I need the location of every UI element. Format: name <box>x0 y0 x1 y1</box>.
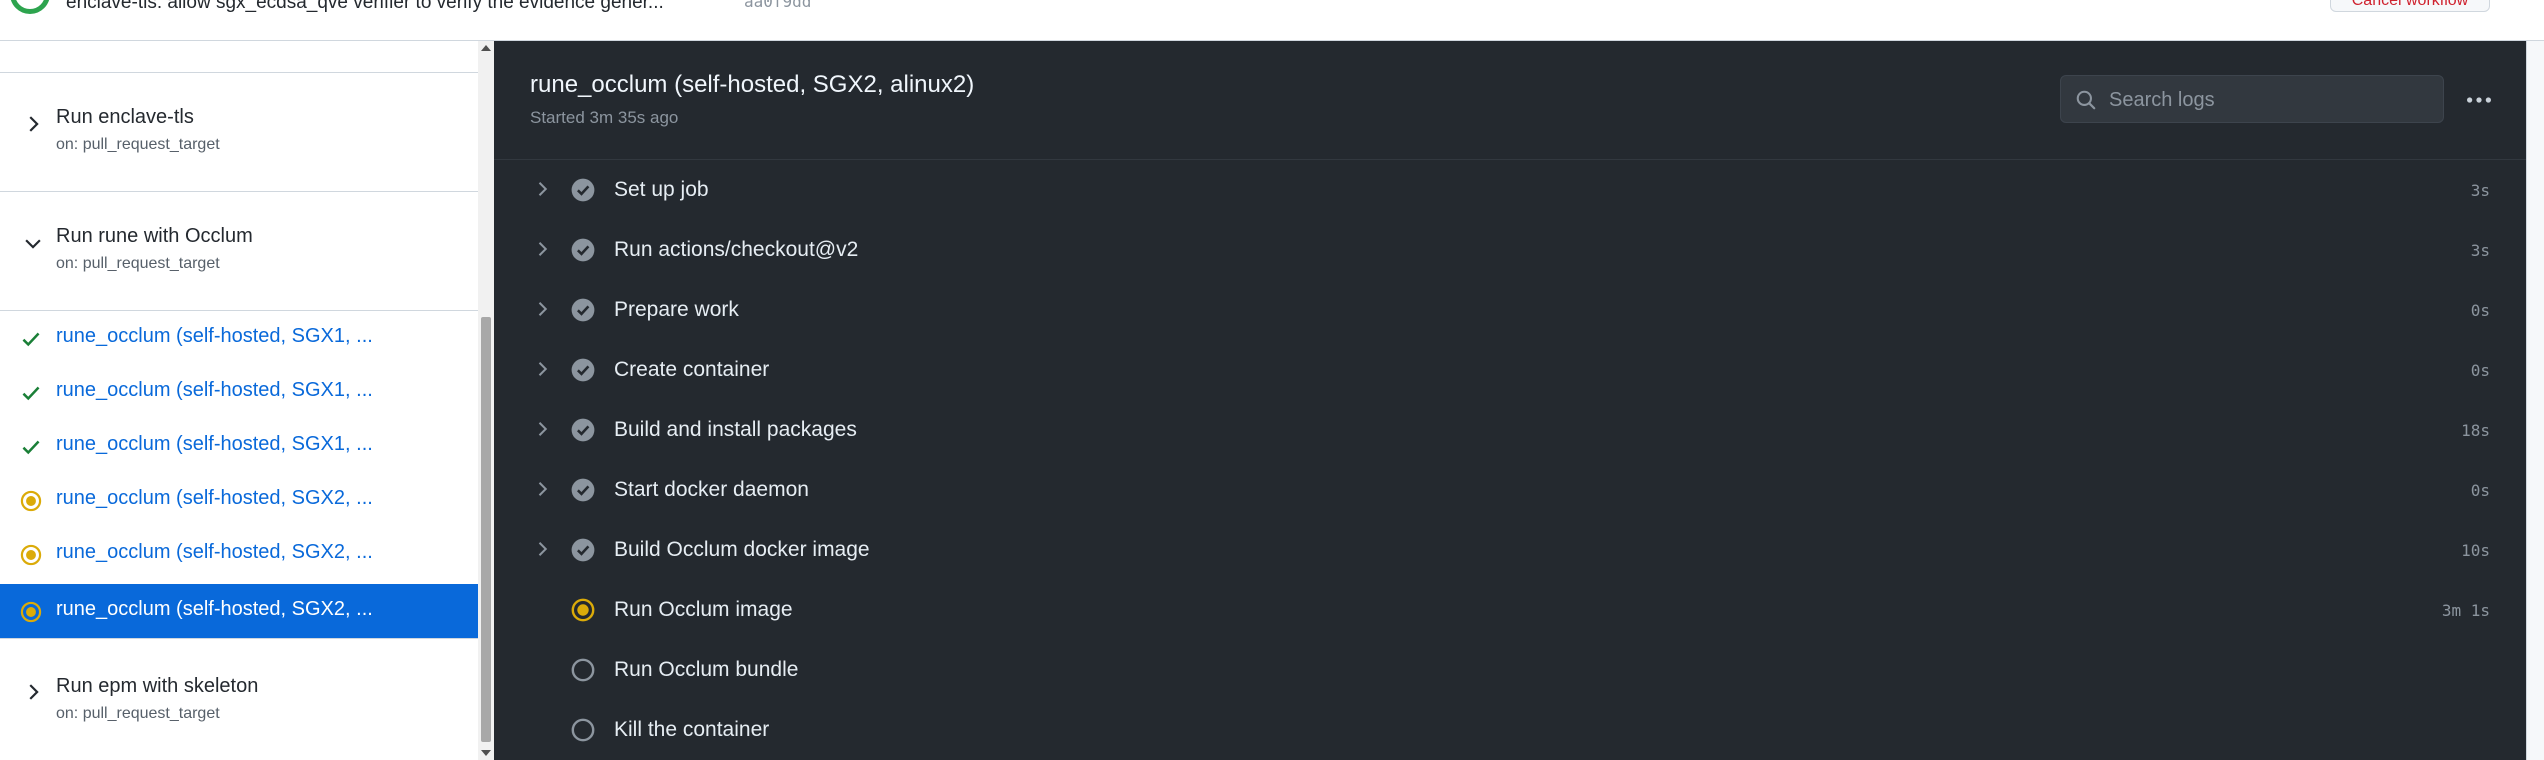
workflow-trigger: on: pull_request_target <box>56 136 220 153</box>
job-step[interactable]: Build Occlum docker image 10s <box>494 520 2526 580</box>
job-item[interactable]: rune_occlum (self-hosted, SGX2, ... <box>0 473 478 527</box>
job-item-selected[interactable]: rune_occlum (self-hosted, SGX2, ... <box>0 584 478 638</box>
search-icon <box>2076 90 2096 110</box>
chevron-right-icon[interactable] <box>532 179 552 199</box>
job-step[interactable]: Set up job 3s <box>494 160 2526 220</box>
kebab-horizontal-icon[interactable] <box>2464 85 2494 115</box>
step-duration: 0s <box>2470 301 2490 320</box>
sidebar-scrollbar[interactable] <box>478 41 494 760</box>
step-duration: 0s <box>2470 361 2490 380</box>
workflow-name[interactable]: Run rune with Occlum <box>56 225 253 248</box>
step-name: Run Occlum image <box>614 598 793 621</box>
step-duration: 3s <box>2470 181 2490 200</box>
job-link[interactable]: rune_occlum (self-hosted, SGX2, ... <box>56 541 373 564</box>
dot-fill-icon <box>20 544 42 566</box>
job-step[interactable]: Prepare work 0s <box>494 280 2526 340</box>
job-step[interactable]: Kill the container <box>494 700 2526 760</box>
check-circle-fill-icon <box>571 178 595 202</box>
chevron-right-icon[interactable] <box>532 419 552 439</box>
job-step[interactable]: Build and install packages 18s <box>494 400 2526 460</box>
job-log-header: rune_occlum (self-hosted, SGX2, alinux2)… <box>494 41 2526 160</box>
workflow-name[interactable]: Run epm with skeleton <box>56 675 258 698</box>
step-duration: 0s <box>2470 481 2490 500</box>
page-scrollbar[interactable] <box>2526 41 2544 760</box>
scroll-up-arrow-icon[interactable] <box>481 45 491 51</box>
chevron-right-icon[interactable] <box>532 359 552 379</box>
step-name: Kill the container <box>614 718 770 741</box>
search-logs-box[interactable] <box>2060 75 2444 123</box>
step-name: Build and install packages <box>614 418 857 441</box>
cancel-workflow-button[interactable]: Cancel workflow <box>2330 0 2490 12</box>
dot-fill-icon <box>571 598 595 622</box>
job-item[interactable]: rune_occlum (self-hosted, SGX2, ... <box>0 527 478 581</box>
check-circle-fill-icon <box>571 478 595 502</box>
chevron-right-icon[interactable] <box>22 113 44 135</box>
job-step[interactable]: Run actions/checkout@v2 3s <box>494 220 2526 280</box>
step-duration: 3s <box>2470 241 2490 260</box>
workflow-trigger: on: pull_request_target <box>56 705 220 722</box>
job-item[interactable]: rune_occlum (self-hosted, SGX1, ... <box>0 419 478 473</box>
circle-icon <box>571 658 595 682</box>
job-step[interactable]: Create container 0s <box>494 340 2526 400</box>
scroll-down-arrow-icon[interactable] <box>481 750 491 756</box>
step-name: Prepare work <box>614 298 739 321</box>
chevron-right-icon[interactable] <box>532 299 552 319</box>
check-circle-fill-icon <box>571 238 595 262</box>
step-duration: 18s <box>2461 421 2490 440</box>
workflow-name[interactable]: Run enclave-tls <box>56 106 194 129</box>
workflow-trigger: on: pull_request_target <box>56 255 220 272</box>
job-title: rune_occlum (self-hosted, SGX2, alinux2) <box>530 71 975 98</box>
step-name: Start docker daemon <box>614 478 809 501</box>
chevron-right-icon[interactable] <box>532 239 552 259</box>
step-name: Run actions/checkout@v2 <box>614 238 859 261</box>
workflow-item-enclave-tls[interactable]: Run enclave-tls on: pull_request_target <box>0 73 478 191</box>
job-link[interactable]: rune_occlum (self-hosted, SGX1, ... <box>56 379 373 402</box>
job-link[interactable]: rune_occlum (self-hosted, SGX1, ... <box>56 325 373 348</box>
job-step[interactable]: Start docker daemon 0s <box>494 460 2526 520</box>
scrollbar-thumb[interactable] <box>481 317 491 742</box>
check-icon <box>22 386 40 401</box>
step-duration: 3m 1s <box>2441 601 2490 620</box>
search-logs-input[interactable] <box>2107 84 2431 116</box>
job-link[interactable]: rune_occlum (self-hosted, SGX1, ... <box>56 433 373 456</box>
step-name: Build Occlum docker image <box>614 538 870 561</box>
check-circle-fill-icon <box>571 358 595 382</box>
check-icon <box>22 332 40 347</box>
job-item[interactable]: rune_occlum (self-hosted, SGX1, ... <box>0 365 478 419</box>
check-circle-fill-icon <box>571 418 595 442</box>
run-title[interactable]: enclave-tls: allow sgx_ecdsa_qve verifie… <box>66 0 664 14</box>
chevron-right-icon[interactable] <box>532 539 552 559</box>
workflow-item-rune-occlum[interactable]: Run rune with Occlum on: pull_request_ta… <box>0 192 478 310</box>
job-log-panel: rune_occlum (self-hosted, SGX2, alinux2)… <box>494 41 2526 760</box>
check-circle-fill-icon <box>571 298 595 322</box>
chevron-right-icon[interactable] <box>532 479 552 499</box>
commit-sha[interactable]: aa0f9dd <box>744 0 811 11</box>
circle-icon <box>571 718 595 742</box>
job-started-time: Started 3m 35s ago <box>530 108 679 127</box>
dot-fill-icon <box>20 490 42 512</box>
step-name: Set up job <box>614 178 709 201</box>
step-name: Create container <box>614 358 770 381</box>
step-name: Run Occlum bundle <box>614 658 799 681</box>
job-item[interactable]: rune_occlum (self-hosted, SGX1, ... <box>0 311 478 365</box>
workflow-run-header: enclave-tls: allow sgx_ecdsa_qve verifie… <box>0 0 2544 41</box>
job-step[interactable]: Run Occlum bundle <box>494 640 2526 700</box>
chevron-right-icon[interactable] <box>22 681 44 703</box>
chevron-down-icon[interactable] <box>22 232 44 254</box>
job-link[interactable]: rune_occlum (self-hosted, SGX2, ... <box>56 487 373 510</box>
check-circle-fill-icon <box>571 538 595 562</box>
run-status-icon <box>10 0 50 14</box>
workflow-item-epm-skeleton[interactable]: Run epm with skeleton on: pull_request_t… <box>0 639 478 760</box>
step-duration: 10s <box>2461 541 2490 560</box>
job-link[interactable]: rune_occlum (self-hosted, SGX2, ... <box>56 598 373 621</box>
job-step[interactable]: Run Occlum image 3m 1s <box>494 580 2526 640</box>
workflow-sidebar: Run enclave-tls on: pull_request_target … <box>0 41 478 760</box>
dot-fill-icon <box>20 601 42 623</box>
check-icon <box>22 440 40 455</box>
